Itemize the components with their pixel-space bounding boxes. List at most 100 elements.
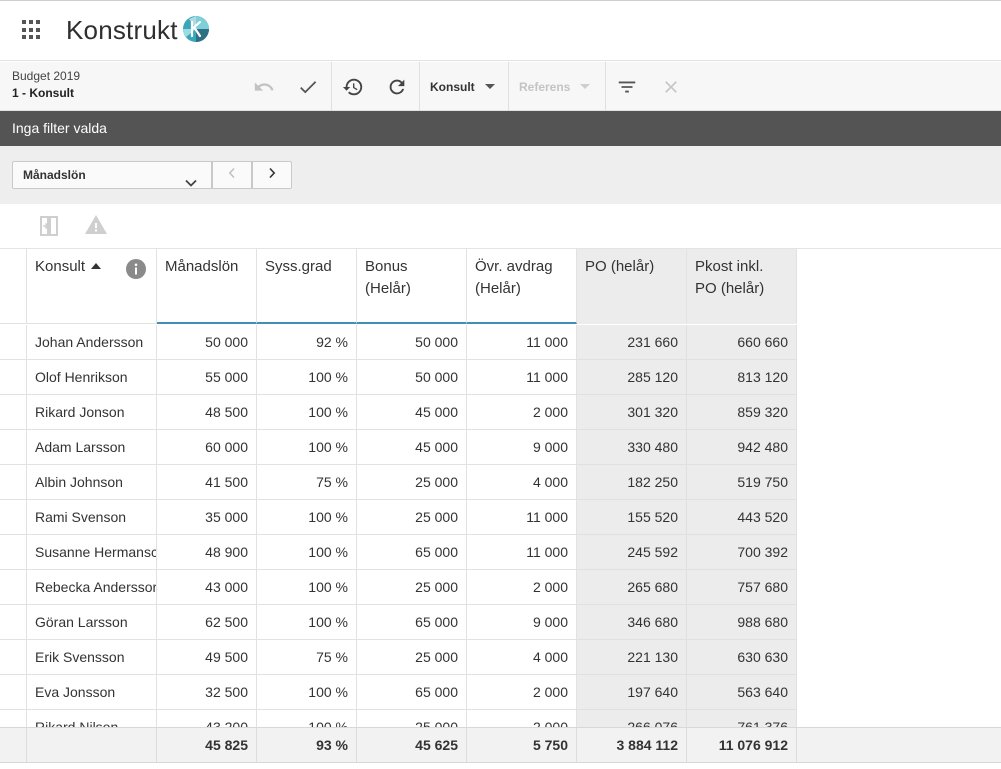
cell-ovr-avdrag[interactable]: 4 000 (467, 640, 577, 675)
cell-manadslon[interactable]: 43 000 (157, 570, 257, 605)
cell-ovr-avdrag[interactable]: 11 000 (467, 325, 577, 360)
cell-manadslon[interactable]: 35 000 (157, 500, 257, 535)
refresh-icon[interactable] (384, 74, 410, 100)
table-row[interactable]: Göran Larsson 62 500 100 % 65 000 9 000 346 6… (0, 605, 797, 640)
cell-ovr-avdrag[interactable]: 2 000 (467, 395, 577, 430)
cell-bonus[interactable]: 65 000 (357, 675, 467, 710)
cell-bonus[interactable]: 45 000 (357, 395, 467, 430)
cell-syss-grad[interactable]: 100 % (257, 710, 357, 727)
cell-konsult[interactable]: Rikard Nilson (27, 710, 157, 727)
table-row[interactable]: Erik Svensson 49 500 75 % 25 000 4 000 221 13… (0, 640, 797, 675)
cell-manadslon[interactable]: 48 500 (157, 395, 257, 430)
table-row[interactable]: Rami Svenson 35 000 100 % 25 000 11 000 155 5… (0, 500, 797, 535)
cell-syss-grad[interactable]: 100 % (257, 570, 357, 605)
cell-konsult[interactable]: Susanne Hermansc (27, 535, 157, 570)
table-row[interactable]: Eva Jonsson 32 500 100 % 65 000 2 000 197 640… (0, 675, 797, 710)
cell-manadslon[interactable]: 50 000 (157, 325, 257, 360)
filter-icon[interactable] (614, 74, 640, 100)
cell-bonus[interactable]: 25 000 (357, 710, 467, 727)
cell-syss-grad[interactable]: 100 % (257, 430, 357, 465)
cell-syss-grad[interactable]: 100 % (257, 360, 357, 395)
cell-manadslon[interactable]: 60 000 (157, 430, 257, 465)
undo-icon[interactable] (251, 74, 277, 100)
cell-ovr-avdrag[interactable]: 2 000 (467, 570, 577, 605)
check-icon[interactable] (295, 74, 321, 100)
cell-bonus[interactable]: 25 000 (357, 465, 467, 500)
column-header-syss-grad[interactable]: Syss.grad (257, 249, 357, 324)
apps-grid-icon[interactable] (22, 20, 42, 40)
cell-konsult[interactable]: Rebecka Anderssor (27, 570, 157, 605)
cell-konsult[interactable]: Johan Andersson (27, 325, 157, 360)
column-header-manadslon[interactable]: Månadslön (157, 249, 257, 324)
next-button[interactable] (252, 161, 292, 189)
cell-syss-grad[interactable]: 92 % (257, 325, 357, 360)
info-icon[interactable] (126, 259, 146, 286)
row-marker-cell (0, 360, 27, 395)
cell-syss-grad[interactable]: 100 % (257, 395, 357, 430)
cell-manadslon[interactable]: 48 900 (157, 535, 257, 570)
warning-icon[interactable] (84, 213, 108, 242)
close-icon[interactable] (658, 74, 684, 100)
cell-bonus[interactable]: 65 000 (357, 605, 467, 640)
cell-manadslon[interactable]: 49 500 (157, 640, 257, 675)
cell-ovr-avdrag[interactable]: 11 000 (467, 360, 577, 395)
cell-konsult[interactable]: Göran Larsson (27, 605, 157, 640)
table-row[interactable]: Rikard Nilson 43 200 100 % 25 000 2 000 266 0… (0, 710, 797, 727)
breadcrumb: Budget 2019 1 - Konsult (12, 68, 80, 102)
split-view-icon[interactable] (37, 214, 61, 243)
cell-konsult[interactable]: Albin Johnson (27, 465, 157, 500)
cell-bonus[interactable]: 50 000 (357, 360, 467, 395)
cell-ovr-avdrag[interactable]: 11 000 (467, 500, 577, 535)
cell-manadslon[interactable]: 62 500 (157, 605, 257, 640)
column-header-bonus[interactable]: Bonus (Helår) (357, 249, 467, 324)
cell-konsult[interactable]: Rikard Jonson (27, 395, 157, 430)
cell-syss-grad[interactable]: 100 % (257, 500, 357, 535)
cell-syss-grad[interactable]: 100 % (257, 605, 357, 640)
column-header-konsult[interactable]: Konsult (27, 249, 157, 324)
cell-syss-grad[interactable]: 100 % (257, 535, 357, 570)
column-header-po[interactable]: PO (helår) (577, 249, 687, 324)
referens-dropdown[interactable]: Referens (519, 62, 591, 111)
table-row[interactable]: Rikard Jonson 48 500 100 % 45 000 2 000 301 3… (0, 395, 797, 430)
cell-bonus[interactable]: 45 000 (357, 430, 467, 465)
cell-ovr-avdrag[interactable]: 2 000 (467, 710, 577, 727)
brand[interactable]: Konstrukt (66, 13, 210, 48)
cell-ovr-avdrag[interactable]: 9 000 (467, 605, 577, 640)
table-row[interactable]: Albin Johnson 41 500 75 % 25 000 4 000 182 25… (0, 465, 797, 500)
cell-bonus[interactable]: 25 000 (357, 500, 467, 535)
konsult-dropdown[interactable]: Konsult (430, 62, 495, 111)
cell-ovr-avdrag[interactable]: 4 000 (467, 465, 577, 500)
cell-manadslon[interactable]: 32 500 (157, 675, 257, 710)
table-row[interactable]: Rebecka Anderssor 43 000 100 % 25 000 2 000 2… (0, 570, 797, 605)
cell-po: 221 130 (577, 640, 687, 675)
cell-bonus[interactable]: 65 000 (357, 535, 467, 570)
cell-konsult[interactable]: Olof Henrikson (27, 360, 157, 395)
table-row[interactable]: Adam Larsson 60 000 100 % 45 000 9 000 330 48… (0, 430, 797, 465)
cell-syss-grad[interactable]: 75 % (257, 640, 357, 675)
cell-syss-grad[interactable]: 75 % (257, 465, 357, 500)
column-header-ovr-avdrag[interactable]: Övr. avdrag (Helår) (467, 249, 577, 324)
table-row[interactable]: Susanne Hermansc 48 900 100 % 65 000 11 000 2… (0, 535, 797, 570)
column-header-label-line2: (Helår) (365, 280, 411, 297)
cell-konsult[interactable]: Rami Svenson (27, 500, 157, 535)
table-row[interactable]: Johan Andersson 50 000 92 % 50 000 11 000 231… (0, 325, 797, 360)
table-row[interactable]: Olof Henrikson 55 000 100 % 50 000 11 000 285… (0, 360, 797, 395)
cell-bonus[interactable]: 25 000 (357, 570, 467, 605)
cell-bonus[interactable]: 25 000 (357, 640, 467, 675)
cell-syss-grad[interactable]: 100 % (257, 675, 357, 710)
cell-konsult[interactable]: Erik Svensson (27, 640, 157, 675)
cell-ovr-avdrag[interactable]: 2 000 (467, 675, 577, 710)
history-icon[interactable] (340, 74, 366, 100)
previous-button[interactable] (212, 161, 252, 189)
cell-ovr-avdrag[interactable]: 11 000 (467, 535, 577, 570)
column-header-pkost[interactable]: Pkost inkl. PO (helår) (687, 249, 797, 324)
cell-konsult[interactable]: Adam Larsson (27, 430, 157, 465)
total-pkost: 11 076 912 (687, 728, 797, 762)
cell-bonus[interactable]: 50 000 (357, 325, 467, 360)
measure-select[interactable]: Månadslön (12, 161, 212, 189)
cell-konsult[interactable]: Eva Jonsson (27, 675, 157, 710)
cell-manadslon[interactable]: 41 500 (157, 465, 257, 500)
cell-manadslon[interactable]: 43 200 (157, 710, 257, 727)
cell-manadslon[interactable]: 55 000 (157, 360, 257, 395)
cell-ovr-avdrag[interactable]: 9 000 (467, 430, 577, 465)
